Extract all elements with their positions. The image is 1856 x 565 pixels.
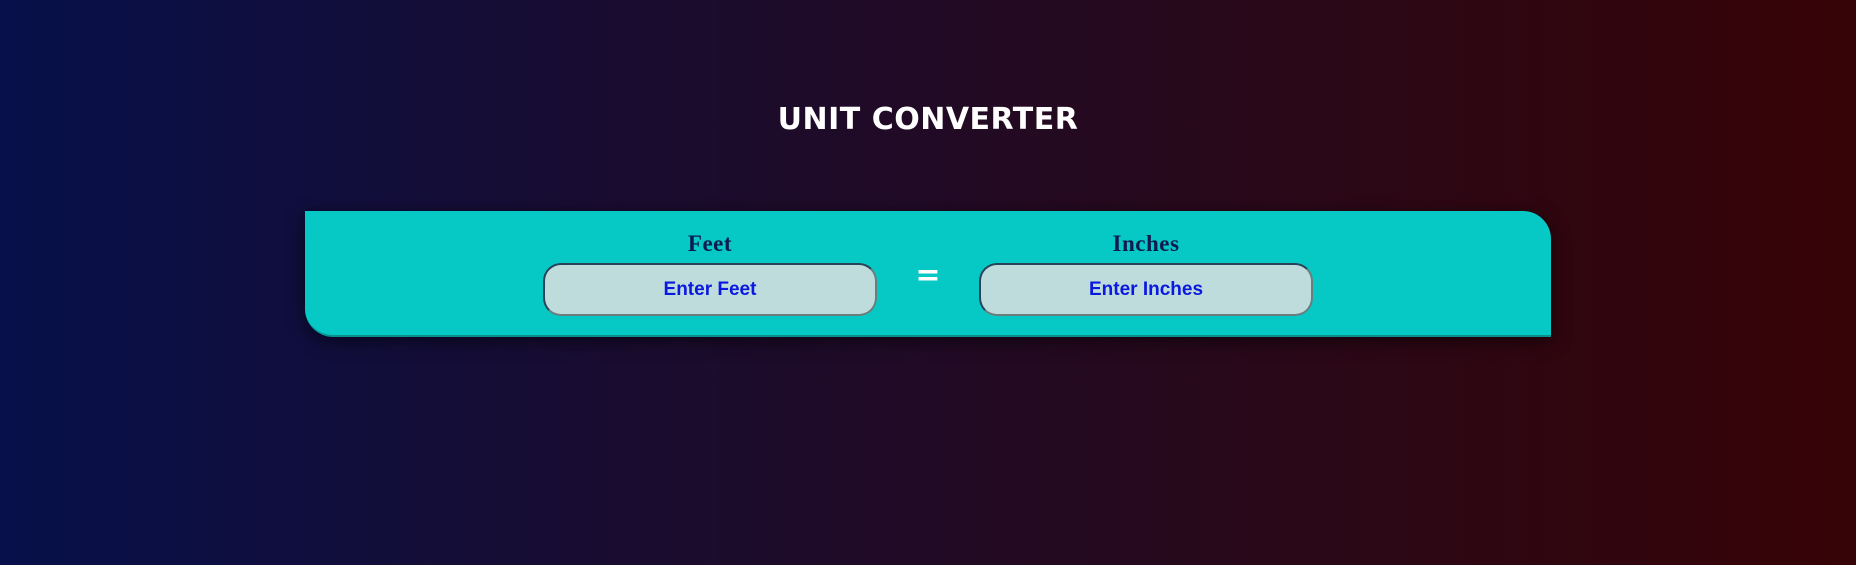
feet-label: Feet <box>687 231 733 256</box>
inches-input[interactable] <box>979 263 1313 316</box>
feet-input[interactable] <box>543 263 877 316</box>
inches-field-group: Inches <box>979 229 1313 316</box>
converter-panel: Feet = Inches <box>305 211 1551 337</box>
feet-field-group: Feet <box>543 229 877 316</box>
equals-sign: = <box>915 258 941 293</box>
inches-label: Inches <box>1112 231 1180 256</box>
page-title: UNIT CONVERTER <box>777 102 1079 137</box>
